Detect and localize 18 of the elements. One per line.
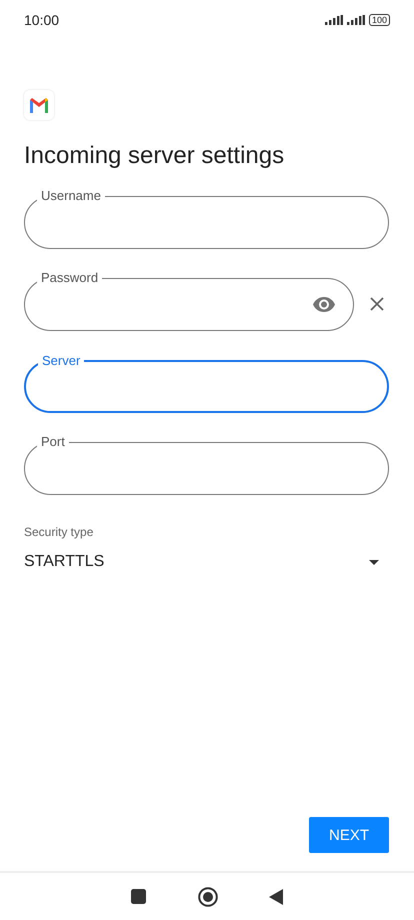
security-label: Security type: [24, 525, 94, 539]
close-icon[interactable]: [370, 297, 384, 311]
status-time: 10:00: [24, 12, 60, 28]
field-label: Password: [37, 271, 102, 285]
recents-icon[interactable]: [131, 889, 146, 904]
security-dropdown[interactable]: STARTTLS: [24, 553, 389, 571]
next-button[interactable]: NEXT: [309, 817, 389, 853]
signal-icon: [324, 15, 343, 25]
eye-icon[interactable]: [313, 297, 335, 312]
field-label: Username: [37, 189, 105, 203]
battery-level: 100: [368, 14, 390, 26]
field-label: Port: [37, 435, 69, 449]
dropdown-caret-icon: [369, 560, 379, 564]
signal-icon: [346, 15, 365, 25]
back-icon[interactable]: [268, 888, 283, 904]
home-icon[interactable]: [198, 886, 218, 906]
page-title: Incoming server settings: [24, 142, 286, 170]
field-label: Server: [38, 354, 84, 368]
